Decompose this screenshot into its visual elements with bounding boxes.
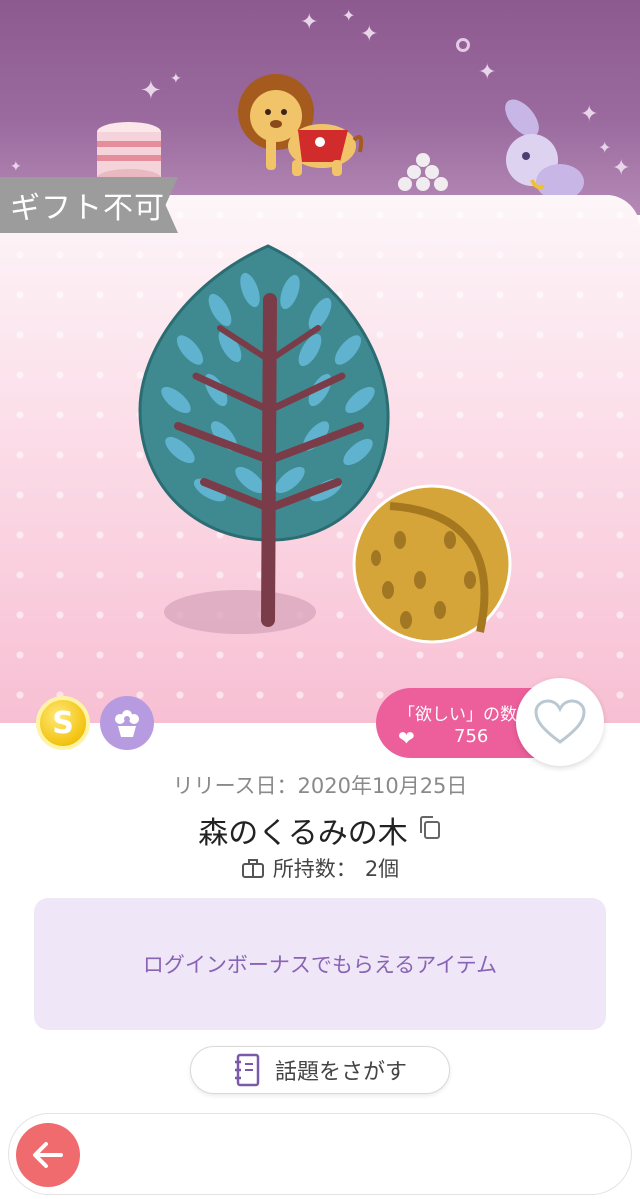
ball-pile-icon [398, 153, 448, 191]
owned-count: 2個 [364, 857, 400, 881]
item-name: 森のくるみの木 [198, 816, 408, 851]
walnut-tree-illustration [138, 244, 512, 644]
wishlist-count: 756 [454, 726, 489, 747]
heart-small-icon: ❤ [398, 726, 415, 750]
arrow-left-icon [33, 1142, 63, 1168]
copy-icon[interactable] [418, 815, 442, 845]
item-title-row: 森のくるみの木 [0, 808, 640, 852]
wishlist-heart-button[interactable] [516, 678, 604, 766]
find-topic-label: 話題をさがす [274, 1060, 407, 1085]
bottom-bar [8, 1113, 632, 1195]
sparkle-icon: ✦ [300, 10, 319, 35]
bag-icon [241, 859, 264, 878]
rabbit-icon [505, 99, 584, 200]
owned-label: 所持数： [272, 857, 357, 881]
release-label: リリース日： [172, 774, 298, 798]
acquisition-message: ログインボーナスでもらえるアイテム [142, 953, 498, 977]
acquisition-info-box: ログインボーナスでもらえるアイテム [34, 898, 606, 1030]
release-date-line: リリース日：2020年10月25日 [0, 770, 640, 800]
sparkle-icon: ✦ [10, 159, 22, 175]
wishlist-label: 「欲しい」の数 [398, 705, 517, 725]
sparkle-icon: ✦ [612, 156, 631, 181]
sparkle-icon: ✦ [170, 71, 182, 87]
notebook-icon [234, 1053, 260, 1087]
sparkle-icon: ✦ [342, 6, 356, 25]
gift-status-tag: ギフト不可 [0, 177, 178, 233]
find-topic-button[interactable]: 話題をさがす [190, 1046, 450, 1094]
flower-pot-icon [100, 696, 154, 750]
release-date: 2020年10月25日 [297, 774, 468, 798]
lion-icon [238, 74, 364, 176]
sparkle-icon: ✦ [598, 138, 612, 157]
owned-count-row: 所持数： 2個 [0, 853, 640, 883]
heart-outline-icon [534, 699, 586, 744]
sparkle-icon: ✦ [140, 76, 162, 106]
sparkle-icon: ✦ [478, 60, 497, 85]
back-button[interactable] [16, 1123, 80, 1187]
coin-icon: S [36, 696, 90, 750]
ring-decor [456, 38, 470, 52]
sparkle-icon: ✦ [360, 22, 379, 47]
